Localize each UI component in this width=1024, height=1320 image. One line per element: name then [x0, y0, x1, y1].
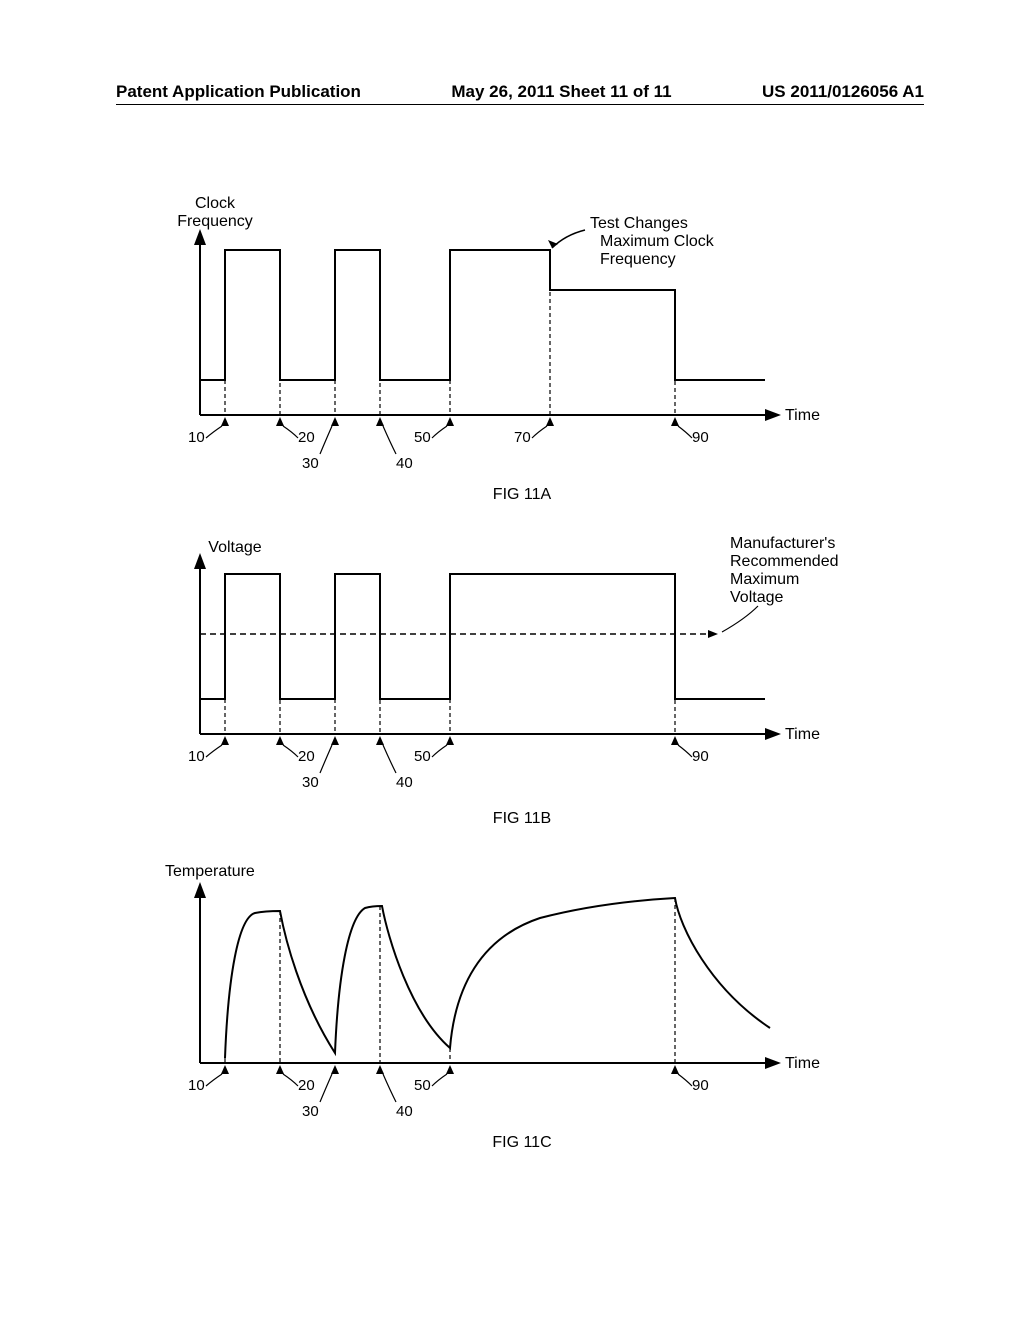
leader-90	[678, 426, 692, 438]
header-center: May 26, 2011 Sheet 11 of 11	[451, 82, 671, 102]
tick-b-90: 90	[692, 748, 709, 765]
tick-b-40: 40	[396, 774, 413, 791]
annotation-b-leader	[722, 606, 758, 632]
leader-b-50	[432, 745, 447, 757]
annotation-a-arrowhead	[548, 240, 558, 248]
leader-b-40	[383, 745, 396, 773]
tick-arrows-a	[221, 417, 679, 426]
tick-90: 90	[692, 429, 709, 446]
xlabel-c: Time	[785, 1055, 820, 1072]
leader-c-40	[383, 1074, 396, 1102]
tick-70: 70	[514, 429, 531, 446]
leader-c-50	[432, 1074, 447, 1086]
tick-30: 30	[302, 455, 319, 472]
leader-c-90	[678, 1074, 692, 1086]
leader-20	[283, 426, 298, 438]
annotation-b-1: Manufacturer's	[730, 535, 835, 552]
tick-c-20: 20	[298, 1077, 315, 1094]
page-header: Patent Application Publication May 26, 2…	[116, 82, 924, 102]
fig-11c-caption: FIG 11C	[120, 1134, 924, 1152]
tick-c-30: 30	[302, 1103, 319, 1120]
leader-c-30	[320, 1074, 332, 1102]
tick-50: 50	[414, 429, 431, 446]
tick-b-10: 10	[188, 748, 205, 765]
tick-b-30: 30	[302, 774, 319, 791]
annotation-a-1: Test Changes	[590, 215, 688, 232]
waveform-c	[225, 898, 770, 1058]
tick-b-50: 50	[414, 748, 431, 765]
tick-c-90: 90	[692, 1077, 709, 1094]
tick-arrows-b	[221, 736, 679, 745]
ylabel-c: Temperature	[165, 863, 255, 880]
tick-c-50: 50	[414, 1077, 431, 1094]
annotation-b-3: Maximum	[730, 571, 799, 588]
xlabel: Time	[785, 407, 820, 424]
waveform-b	[200, 574, 765, 699]
annotation-a-leader	[552, 230, 585, 248]
leader-10	[206, 426, 222, 438]
fig-11c: Temperature Time	[120, 858, 924, 1152]
tick-c-40: 40	[396, 1103, 413, 1120]
leader-b-90	[678, 745, 692, 757]
fig-11b-caption: FIG 11B	[120, 810, 924, 828]
leader-b-30	[320, 745, 332, 773]
annotation-b-4: Voltage	[730, 589, 783, 606]
leader-b-10	[206, 745, 222, 757]
annotation-a-2: Maximum Clock	[600, 233, 715, 250]
tick-c-10: 10	[188, 1077, 205, 1094]
fig-11a-caption: FIG 11A	[120, 486, 924, 504]
tick-40: 40	[396, 455, 413, 472]
annotation-a-3: Frequency	[600, 251, 676, 268]
ylabel-b: Voltage	[208, 539, 261, 556]
fig-11c-svg: Temperature Time	[120, 858, 880, 1128]
fig-11a-svg: Clock Frequency Time Test Changes Maximu…	[120, 190, 880, 480]
tick-20: 20	[298, 429, 315, 446]
header-left: Patent Application Publication	[116, 82, 361, 102]
annotation-b-2: Recommended	[730, 553, 839, 570]
tick-10: 10	[188, 429, 205, 446]
fig-11b-svg: Voltage Manufacturer's Recommended Maxim…	[120, 534, 880, 804]
leader-50	[432, 426, 447, 438]
leader-b-20	[283, 745, 298, 757]
tick-b-20: 20	[298, 748, 315, 765]
leader-c-10	[206, 1074, 222, 1086]
leader-30	[320, 426, 332, 454]
fig-11b: Voltage Manufacturer's Recommended Maxim…	[120, 534, 924, 828]
xlabel-b: Time	[785, 726, 820, 743]
ylabel-line1: Clock	[195, 195, 236, 212]
waveform-a	[200, 250, 765, 380]
leader-40	[383, 426, 396, 454]
header-divider	[116, 104, 924, 105]
leader-c-20	[283, 1074, 298, 1086]
header-right: US 2011/0126056 A1	[762, 82, 924, 102]
max-voltage-arrow	[708, 630, 718, 638]
ylabel-line2: Frequency	[177, 213, 253, 230]
tick-arrows-c	[221, 1065, 679, 1074]
fig-11a: Clock Frequency Time Test Changes Maximu…	[120, 190, 924, 504]
leader-70	[532, 426, 547, 438]
figures-container: Clock Frequency Time Test Changes Maximu…	[120, 190, 924, 1182]
